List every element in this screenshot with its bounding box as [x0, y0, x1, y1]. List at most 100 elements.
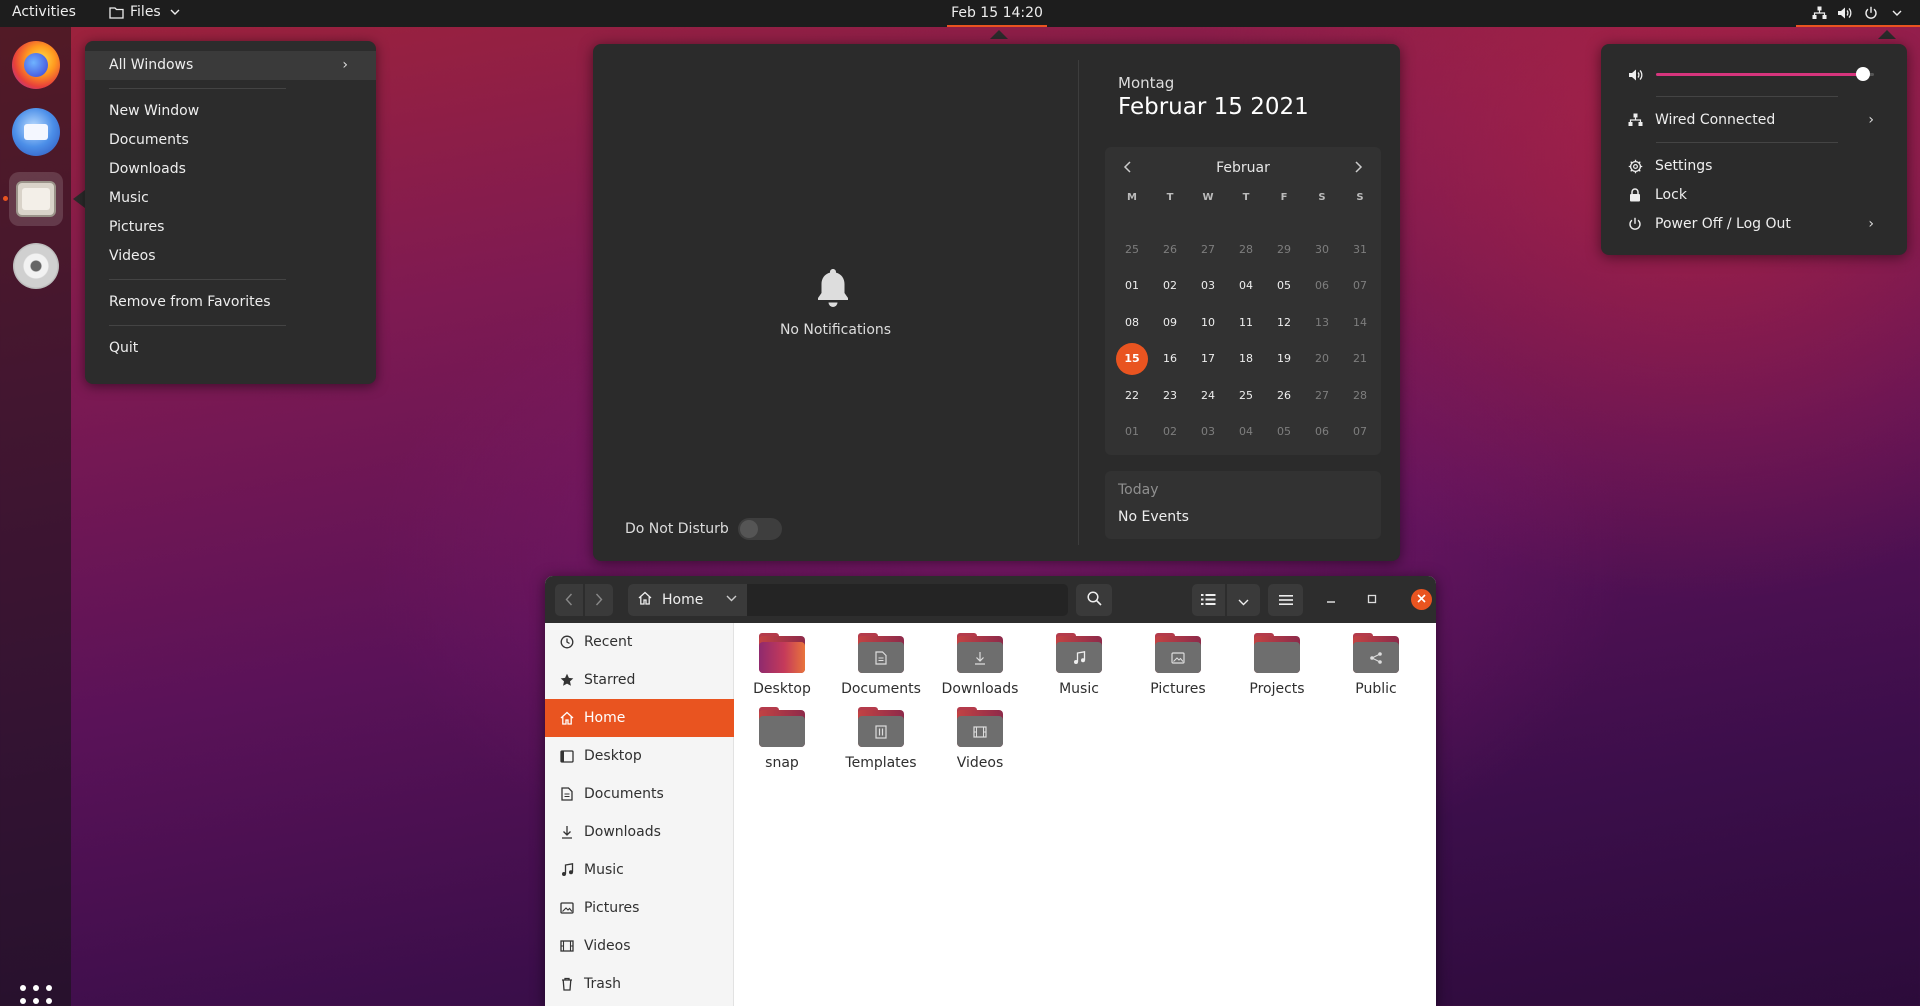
- calendar-day[interactable]: 05: [1265, 268, 1303, 305]
- sidebar-item-desktop[interactable]: Desktop: [545, 737, 734, 775]
- list-view-button[interactable]: [1192, 584, 1225, 616]
- calendar-day[interactable]: 18: [1227, 341, 1265, 378]
- folder-templates[interactable]: Templates: [836, 707, 926, 771]
- calendar-day[interactable]: 07: [1341, 268, 1379, 305]
- calendar-day[interactable]: 12: [1265, 304, 1303, 341]
- power-off-item[interactable]: Power Off / Log Out ›: [1626, 212, 1896, 236]
- view-options-button[interactable]: [1227, 584, 1260, 616]
- folder-pictures[interactable]: Pictures: [1133, 633, 1223, 697]
- calendar-day[interactable]: 25: [1113, 231, 1151, 268]
- folder-documents[interactable]: Documents: [836, 633, 926, 697]
- calendar-day[interactable]: 19: [1265, 341, 1303, 378]
- menu-pictures[interactable]: Pictures: [85, 213, 376, 242]
- calendar-day[interactable]: 01: [1113, 268, 1151, 305]
- clock-button[interactable]: Feb 15 14:20: [947, 0, 1047, 27]
- menu-quit[interactable]: Quit: [85, 334, 376, 363]
- calendar-day[interactable]: 01: [1113, 414, 1151, 451]
- menu-all-windows[interactable]: All Windows ›: [85, 51, 376, 80]
- sidebar-item-documents[interactable]: Documents: [545, 775, 734, 813]
- calendar-day[interactable]: 21: [1341, 341, 1379, 378]
- path-home-button[interactable]: Home: [628, 584, 747, 616]
- next-month-chevron-right-icon[interactable]: [1354, 159, 1363, 177]
- dock-firefox[interactable]: [9, 38, 63, 92]
- calendar-day[interactable]: 20: [1303, 341, 1341, 378]
- sidebar-item-music[interactable]: Music: [545, 851, 734, 889]
- calendar-day[interactable]: 10: [1189, 304, 1227, 341]
- folder-videos[interactable]: Videos: [935, 707, 1025, 771]
- calendar-day[interactable]: 26: [1265, 377, 1303, 414]
- calendar-day[interactable]: 11: [1227, 304, 1265, 341]
- calendar-day[interactable]: 23: [1151, 377, 1189, 414]
- menu-button[interactable]: [1268, 584, 1303, 616]
- calendar-day[interactable]: 08: [1113, 304, 1151, 341]
- path-bar[interactable]: Home: [628, 584, 1068, 616]
- sidebar-item-pictures[interactable]: Pictures: [545, 889, 734, 927]
- system-status-button[interactable]: [1796, 0, 1920, 27]
- calendar-day[interactable]: 31: [1341, 231, 1379, 268]
- dock-thunderbird[interactable]: [9, 105, 63, 159]
- calendar-day[interactable]: 14: [1341, 304, 1379, 341]
- close-button[interactable]: [1411, 589, 1432, 610]
- calendar-day[interactable]: 27: [1303, 377, 1341, 414]
- folder-snap[interactable]: snap: [737, 707, 827, 771]
- calendar-day[interactable]: 03: [1189, 414, 1227, 451]
- menu-new-window[interactable]: New Window: [85, 97, 376, 126]
- calendar-day[interactable]: 02: [1151, 268, 1189, 305]
- calendar-day[interactable]: 03: [1189, 268, 1227, 305]
- menu-documents[interactable]: Documents: [85, 126, 376, 155]
- minimize-button[interactable]: [1322, 591, 1340, 609]
- calendar-day[interactable]: 30: [1303, 231, 1341, 268]
- calendar-day[interactable]: 06: [1303, 268, 1341, 305]
- calendar-day[interactable]: 13: [1303, 304, 1341, 341]
- volume-slider-track[interactable]: [1656, 73, 1874, 76]
- folder-downloads[interactable]: Downloads: [935, 633, 1025, 697]
- menu-music[interactable]: Music: [85, 184, 376, 213]
- folder-desktop[interactable]: Desktop: [737, 633, 827, 697]
- folder-music[interactable]: Music: [1034, 633, 1124, 697]
- sidebar-item-starred[interactable]: Starred: [545, 661, 734, 699]
- calendar-day[interactable]: 26: [1151, 231, 1189, 268]
- calendar-day[interactable]: 22: [1113, 377, 1151, 414]
- menu-remove-favorites[interactable]: Remove from Favorites: [85, 288, 376, 317]
- sidebar-item-videos[interactable]: Videos: [545, 927, 734, 965]
- dock-disc[interactable]: [9, 239, 63, 293]
- sidebar-item-recent[interactable]: Recent: [545, 623, 734, 661]
- do-not-disturb-toggle[interactable]: [738, 518, 782, 540]
- events-section[interactable]: Today No Events: [1105, 471, 1381, 539]
- calendar-day[interactable]: 09: [1151, 304, 1189, 341]
- calendar-day[interactable]: 02: [1151, 414, 1189, 451]
- sidebar-item-home[interactable]: Home: [545, 699, 734, 737]
- calendar-day[interactable]: 07: [1341, 414, 1379, 451]
- forward-button[interactable]: [585, 584, 613, 616]
- folder-projects[interactable]: Projects: [1232, 633, 1322, 697]
- volume-slider-handle[interactable]: [1856, 67, 1871, 81]
- calendar-day[interactable]: 29: [1265, 231, 1303, 268]
- calendar-day[interactable]: 27: [1189, 231, 1227, 268]
- menu-downloads[interactable]: Downloads: [85, 155, 376, 184]
- dock-files[interactable]: [9, 172, 63, 226]
- lock-item[interactable]: Lock: [1626, 183, 1896, 207]
- calendar-day-today[interactable]: 15: [1113, 341, 1151, 378]
- search-button[interactable]: [1076, 584, 1112, 616]
- calendar-day[interactable]: 05: [1265, 414, 1303, 451]
- show-apps-grid-icon[interactable]: [20, 985, 52, 1006]
- maximize-button[interactable]: [1363, 591, 1381, 609]
- wired-connected-item[interactable]: Wired Connected ›: [1626, 108, 1896, 132]
- app-menu-button[interactable]: Files: [108, 4, 183, 20]
- back-button[interactable]: [555, 584, 583, 616]
- settings-item[interactable]: Settings: [1626, 154, 1896, 178]
- calendar-day[interactable]: 28: [1227, 231, 1265, 268]
- calendar-day[interactable]: 16: [1151, 341, 1189, 378]
- calendar-day[interactable]: 06: [1303, 414, 1341, 451]
- calendar-day[interactable]: 24: [1189, 377, 1227, 414]
- calendar-day[interactable]: 04: [1227, 414, 1265, 451]
- sidebar-item-trash[interactable]: Trash: [545, 965, 734, 1003]
- sidebar-item-downloads[interactable]: Downloads: [545, 813, 734, 851]
- calendar-day[interactable]: 25: [1227, 377, 1265, 414]
- menu-videos[interactable]: Videos: [85, 242, 376, 271]
- calendar-day[interactable]: 28: [1341, 377, 1379, 414]
- activities-button[interactable]: Activities: [12, 4, 76, 20]
- calendar-day[interactable]: 04: [1227, 268, 1265, 305]
- calendar-day[interactable]: 17: [1189, 341, 1227, 378]
- folder-public[interactable]: Public: [1331, 633, 1421, 697]
